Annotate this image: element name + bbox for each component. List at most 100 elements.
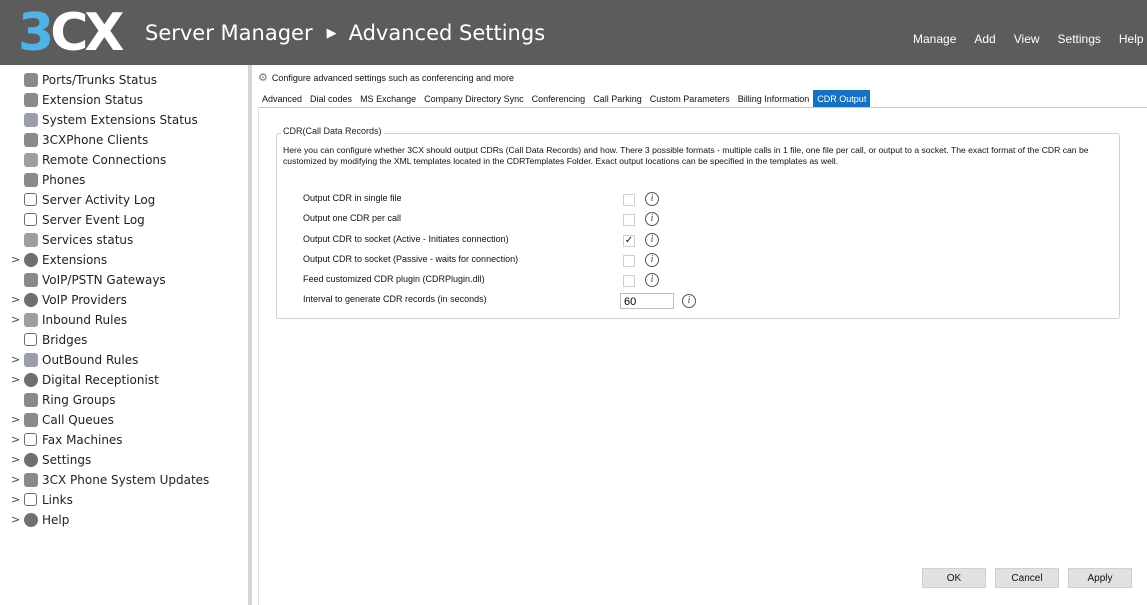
user-icon (24, 253, 38, 267)
expand-chevron-icon[interactable]: > (11, 350, 20, 370)
call-queues-icon (24, 413, 38, 427)
gear-icon: ⚙ (258, 72, 268, 84)
ports-trunks-icon (24, 73, 38, 87)
option-label: Output one CDR per call (303, 213, 402, 223)
sidebar-item-extensions[interactable]: > Extensions (0, 250, 248, 270)
sidebar-item-updates[interactable]: >3CX Phone System Updates (0, 470, 248, 490)
socket-active-checkbox[interactable]: ✓ (623, 235, 635, 247)
expand-chevron-icon[interactable]: > (11, 410, 20, 430)
expand-chevron-icon[interactable]: > (11, 510, 20, 530)
expand-chevron-icon[interactable]: > (11, 290, 20, 310)
globe-icon (24, 293, 38, 307)
sidebar-item-bridges[interactable]: Bridges (0, 330, 248, 350)
ring-groups-icon (24, 393, 38, 407)
activity-log-icon (24, 193, 37, 206)
sidebar-item-activity-log[interactable]: Server Activity Log (0, 190, 248, 210)
sidebar-item-call-queues[interactable]: > Call Queues (0, 410, 248, 430)
fax-icon (24, 433, 37, 446)
header-breadcrumb: Server Manager ▶ Advanced Settings (145, 21, 545, 45)
apply-button[interactable]: Apply (1068, 568, 1132, 588)
sidebar: Ports/Trunks Status Extension Status Sys… (0, 65, 248, 605)
gear-icon (24, 453, 38, 467)
sidebar-item-outbound-rules[interactable]: > OutBound Rules (0, 350, 248, 370)
sidebar-item-settings[interactable]: > Settings (0, 450, 248, 470)
gateway-icon (24, 273, 38, 287)
sidebar-item-phones[interactable]: Phones (0, 170, 248, 190)
tab-billing-information[interactable]: Billing Information (734, 90, 814, 108)
phone-clients-icon (24, 133, 38, 147)
sidebar-item-inbound-rules[interactable]: > Inbound Rules (0, 310, 248, 330)
expand-chevron-icon[interactable]: > (11, 470, 20, 490)
ok-button[interactable]: OK (922, 568, 986, 588)
info-icon[interactable]: i (682, 294, 696, 308)
option-label: Output CDR in single file (303, 193, 402, 203)
info-icon[interactable]: i (645, 273, 659, 287)
sidebar-item-digital-receptionist[interactable]: > Digital Receptionist (0, 370, 248, 390)
expand-chevron-icon[interactable]: > (11, 430, 20, 450)
arrow-down-icon (24, 313, 38, 327)
per-call-checkbox[interactable] (623, 214, 635, 226)
system-extensions-icon (24, 113, 38, 127)
interval-label: Interval to generate CDR records (in sec… (303, 294, 487, 304)
sidebar-item-remote-connections[interactable]: Remote Connections (0, 150, 248, 170)
phone-icon (24, 173, 38, 187)
sidebar-item-services-status[interactable]: Services status (0, 230, 248, 250)
menu-view[interactable]: View (1014, 32, 1040, 46)
sidebar-item-gateways[interactable]: VoIP/PSTN Gateways (0, 270, 248, 290)
page-description: ⚙ Configure advanced settings such as con… (258, 71, 514, 84)
app-title: Server Manager (145, 21, 313, 45)
tab-conferencing[interactable]: Conferencing (528, 90, 590, 108)
remote-connections-icon (24, 153, 38, 167)
services-icon (24, 233, 38, 247)
page-description-text: Configure advanced settings such as conf… (271, 73, 515, 83)
option-label: Output CDR to socket (Passive - waits fo… (303, 254, 519, 264)
menu-help[interactable]: Help (1119, 32, 1144, 46)
menu-manage[interactable]: Manage (913, 32, 956, 46)
tab-advanced[interactable]: Advanced (258, 90, 306, 108)
option-label: Feed customized CDR plugin (CDRPlugin.dl… (303, 274, 485, 284)
tab-ms-exchange[interactable]: MS Exchange (356, 90, 420, 108)
tab-dial-codes[interactable]: Dial codes (306, 90, 356, 108)
option-label: Output CDR to socket (Active - Initiates… (303, 234, 509, 244)
expand-chevron-icon[interactable]: > (11, 310, 20, 330)
receptionist-icon (24, 373, 38, 387)
info-icon[interactable]: i (645, 212, 659, 226)
expand-chevron-icon[interactable]: > (11, 370, 20, 390)
link-icon (24, 493, 37, 506)
cdr-plugin-checkbox[interactable] (623, 275, 635, 287)
sidebar-item-ring-groups[interactable]: Ring Groups (0, 390, 248, 410)
sidebar-item-links[interactable]: > Links (0, 490, 248, 510)
help-icon (24, 513, 38, 527)
top-header: 3CX Server Manager ▶ Advanced Settings Man… (0, 0, 1147, 65)
info-icon[interactable]: i (645, 233, 659, 247)
sidebar-item-extension-status[interactable]: Extension Status (0, 90, 248, 110)
sidebar-item-phone-clients[interactable]: 3CXPhone Clients (0, 130, 248, 150)
expand-chevron-icon[interactable]: > (11, 450, 20, 470)
tab-custom-parameters[interactable]: Custom Parameters (646, 90, 734, 108)
sidebar-item-event-log[interactable]: Server Event Log (0, 210, 248, 230)
settings-tabs: Advanced Dial codes MS Exchange Company Dir… (258, 89, 871, 108)
updates-icon (24, 473, 38, 487)
sidebar-item-voip-providers[interactable]: > VoIP Providers (0, 290, 248, 310)
expand-chevron-icon[interactable]: > (11, 250, 20, 270)
event-log-icon (24, 213, 37, 226)
breadcrumb-arrow-icon: ▶ (326, 26, 337, 41)
single-file-checkbox[interactable] (623, 194, 635, 206)
info-icon[interactable]: i (645, 192, 659, 206)
tab-company-directory-sync[interactable]: Company Directory Sync (420, 90, 528, 108)
expand-chevron-icon[interactable]: > (11, 490, 20, 510)
tab-cdr-output[interactable]: CDR Output (813, 90, 871, 108)
menu-add[interactable]: Add (974, 32, 995, 46)
header-menu: Manage Add View Settings Help (913, 30, 1147, 48)
main-panel: ⚙ Configure advanced settings such as con… (252, 65, 1147, 605)
tab-call-parking[interactable]: Call Parking (589, 90, 646, 108)
menu-settings[interactable]: Settings (1058, 32, 1101, 46)
sidebar-item-fax-machines[interactable]: > Fax Machines (0, 430, 248, 450)
socket-passive-checkbox[interactable] (623, 255, 635, 267)
cancel-button[interactable]: Cancel (995, 568, 1059, 588)
info-icon[interactable]: i (645, 253, 659, 267)
interval-input[interactable]: 60 (620, 293, 674, 309)
sidebar-item-system-extensions[interactable]: System Extensions Status (0, 110, 248, 130)
sidebar-item-ports-trunks[interactable]: Ports/Trunks Status (0, 70, 248, 90)
sidebar-item-help[interactable]: > Help (0, 510, 248, 530)
